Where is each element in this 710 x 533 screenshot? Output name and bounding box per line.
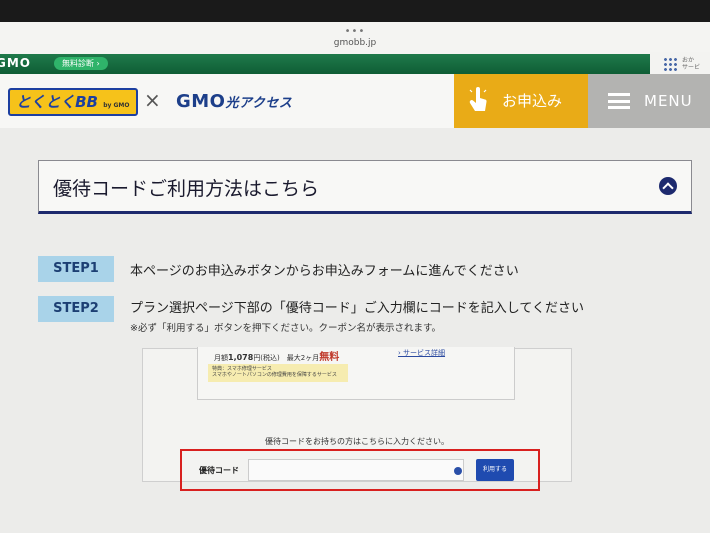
tokutoku-logo-sub: by GMO [103, 102, 130, 109]
browser-url-bar[interactable]: ••• gmobb.jp [0, 22, 710, 56]
tokutoku-bb-logo[interactable]: とくとくBB by GMO [8, 88, 138, 116]
service-menu-label: おか サービ [682, 57, 701, 71]
coupon-code-input[interactable] [248, 459, 464, 481]
gmo-logo[interactable]: GMO [0, 56, 31, 70]
service-detail-link[interactable]: › サービス詳細 [398, 348, 445, 358]
step1-text: 本ページのお申込みボタンからお申込みフォームに進んでください [130, 264, 519, 279]
url-text[interactable]: gmobb.jp [0, 38, 710, 48]
site-header: とくとくBB by GMO × GMO光アクセス お申込み MENU [0, 74, 710, 128]
apps-grid-icon[interactable] [663, 57, 677, 71]
service-menu[interactable]: おか サービ [650, 52, 710, 76]
menu-button-label: MENU [644, 92, 693, 110]
browser-screen: ••• gmobb.jp GMO 無料診断 › おか サービ とくとくBB by… [0, 22, 710, 533]
form-example-image: 月額1,078円(税込) 最大2ヶ月無料 › サービス詳細 特典：スマホ修理サー… [142, 347, 572, 491]
chevron-up-icon[interactable] [659, 177, 677, 195]
apply-button[interactable]: お申込み [454, 74, 588, 128]
plan-summary-box: 月額1,078円(税込) 最大2ヶ月無料 › サービス詳細 特典：スマホ修理サー… [197, 347, 515, 400]
apply-button-label: お申込み [502, 92, 563, 110]
menu-button[interactable]: MENU [588, 74, 710, 128]
tokutoku-logo-text: とくとくBB [16, 93, 98, 111]
coupon-code-highlight: 優待コード 利用する [180, 449, 540, 491]
gmo-hikari-logo-main: GMO [176, 91, 226, 112]
check-circle-icon [454, 467, 462, 475]
step2-text: プラン選択ページ下部の「優待コード」ご入力欄にコードを記入してください [130, 301, 584, 316]
plan-price-value: 1,078 [228, 353, 254, 362]
plan-price-prefix: 月額 [214, 354, 228, 362]
step2-label: STEP2 [38, 296, 114, 322]
gmo-group-strip: GMO 無料診断 › おか サービ [0, 52, 710, 76]
coupon-usage-accordion[interactable]: 優待コードご利用方法はこちら [38, 160, 692, 214]
times-symbol: × [144, 88, 161, 112]
tab-overview-dots[interactable]: ••• [0, 26, 710, 37]
apply-coupon-button[interactable]: 利用する [476, 459, 514, 481]
tap-hand-icon [469, 86, 487, 111]
coupon-instruction: 優待コードをお持ちの方はこちらに入力ください。 [265, 437, 449, 446]
plan-price: 月額1,078円(税込) 最大2ヶ月無料 [214, 348, 339, 363]
accordion-title: 優待コードご利用方法はこちら [53, 178, 320, 200]
bonus-note: 特典：スマホ修理サービス スマホやノートパソコンの修理費用を保障するサービス [208, 364, 348, 382]
step1-label: STEP1 [38, 256, 114, 282]
hamburger-icon [608, 93, 630, 109]
coupon-code-label: 優待コード [199, 466, 239, 475]
gmo-hikari-logo[interactable]: GMO光アクセス [176, 91, 292, 112]
step2-note: ※必ず「利用する」ボタンを押下ください。クーポン名が表示されます。 [130, 323, 442, 334]
free-diagnosis-badge[interactable]: 無料診断 › [54, 57, 108, 70]
gmo-hikari-logo-sub: 光アクセス [225, 96, 293, 111]
plan-price-free: 無料 [319, 352, 340, 363]
plan-price-suffix: 円(税込) 最大2ヶ月 [253, 354, 320, 362]
